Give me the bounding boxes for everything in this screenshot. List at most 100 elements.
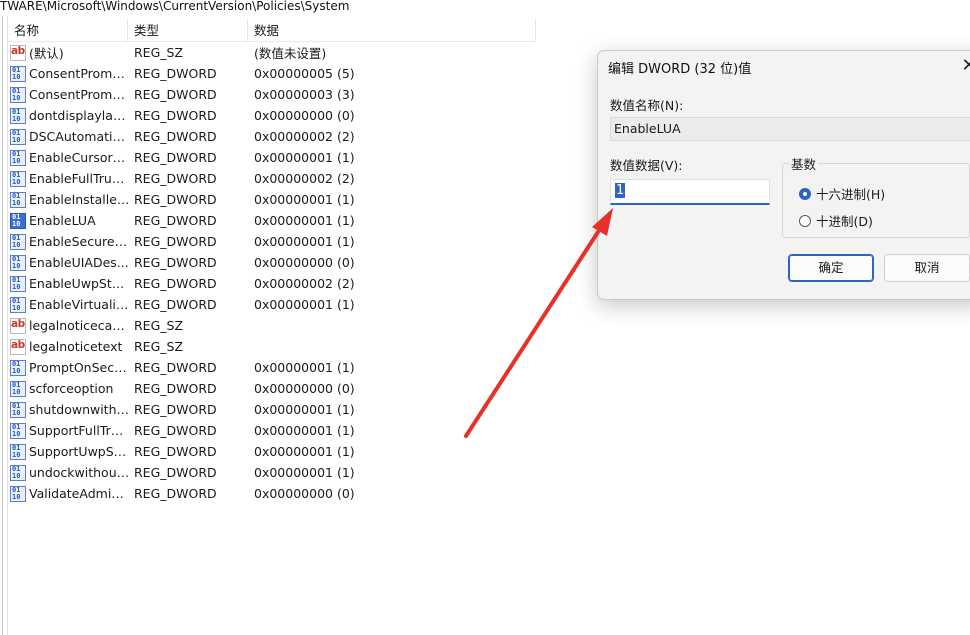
value-type: REG_DWORD	[134, 423, 217, 438]
value-name: shutdownwitho...	[29, 402, 130, 417]
value-data-label: 数值数据(V):	[610, 158, 683, 173]
dword-value-icon	[10, 149, 26, 166]
radio-hexadecimal[interactable]: 十六进制(H)	[799, 184, 885, 203]
value-name-cell: EnableLUA	[10, 212, 130, 229]
radio-decimal[interactable]: 十进制(D)	[799, 211, 873, 230]
value-name: EnableLUA	[29, 213, 96, 228]
column-header-name[interactable]: 名称	[8, 19, 128, 42]
value-name: SupportUwpSt...	[29, 444, 130, 459]
value-row[interactable]: EnableUIADes... REG_DWORD 0x00000000 (0)	[10, 252, 550, 273]
value-row[interactable]: SupportUwpSt... REG_DWORD 0x00000001 (1)	[10, 441, 550, 462]
value-type: REG_SZ	[134, 45, 184, 60]
value-row[interactable]: scforceoption REG_DWORD 0x00000000 (0)	[10, 378, 550, 399]
value-name-cell: scforceoption	[10, 380, 130, 397]
value-name-cell: SupportUwpSt...	[10, 443, 130, 460]
tree-divider-inner	[7, 16, 8, 635]
value-row[interactable]: EnableVirtualiz... REG_DWORD 0x00000001 (1…	[10, 294, 550, 315]
value-name: undockwithout...	[29, 465, 130, 480]
value-name: PromptOnSecu...	[29, 360, 130, 375]
value-row[interactable]: shutdownwitho... REG_DWORD 0x00000001 (1)	[10, 399, 550, 420]
value-row[interactable]: PromptOnSecu... REG_DWORD 0x00000001 (1)	[10, 357, 550, 378]
dword-value-icon	[10, 380, 26, 397]
value-type: REG_DWORD	[134, 465, 217, 480]
value-name-cell: shutdownwitho...	[10, 401, 130, 418]
value-name: (默认)	[29, 46, 64, 61]
value-row[interactable]: undockwithout... REG_DWORD 0x00000001 (1)	[10, 462, 550, 483]
value-type: REG_DWORD	[134, 87, 217, 102]
value-row[interactable]: EnableCursorS... REG_DWORD 0x00000001 (1)	[10, 147, 550, 168]
value-type: REG_DWORD	[134, 360, 217, 375]
dword-value-icon	[10, 254, 26, 271]
value-name: EnableCursorS...	[29, 150, 130, 165]
value-name: EnableUwpSta...	[29, 276, 130, 291]
value-data: 0x00000001 (1)	[254, 444, 355, 459]
value-name-cell: legalnoticecap...	[10, 317, 130, 334]
value-data: 0x00000001 (1)	[254, 192, 355, 207]
value-name-cell: ConsentPromp...	[10, 86, 130, 103]
value-name: ConsentPromp...	[29, 87, 130, 102]
value-row[interactable]: ConsentPromp... REG_DWORD 0x00000003 (3)	[10, 84, 550, 105]
value-type: REG_DWORD	[134, 276, 217, 291]
value-row[interactable]: legalnoticetext REG_SZ	[10, 336, 550, 357]
value-type: REG_DWORD	[134, 381, 217, 396]
value-type: REG_DWORD	[134, 444, 217, 459]
value-name: EnableSecureU...	[29, 234, 130, 249]
value-name-cell: EnableCursorS...	[10, 149, 130, 166]
value-data-input[interactable]: 1	[610, 179, 770, 205]
close-icon[interactable]: ✕	[954, 53, 970, 79]
value-list: (默认) REG_SZ (数值未设置) ConsentPromp... REG_DWOR…	[10, 42, 550, 504]
dword-value-icon	[10, 86, 26, 103]
value-data: 0x00000005 (5)	[254, 66, 355, 81]
value-row[interactable]: (默认) REG_SZ (数值未设置)	[10, 42, 550, 63]
dword-value-icon	[10, 296, 26, 313]
value-row[interactable]: ValidateAdmin... REG_DWORD 0x00000000 (0)	[10, 483, 550, 504]
value-name: scforceoption	[29, 381, 114, 396]
value-type: REG_DWORD	[134, 192, 217, 207]
value-name-cell: EnableInstaller...	[10, 191, 130, 208]
value-row[interactable]: legalnoticecap... REG_SZ	[10, 315, 550, 336]
value-data: 0x00000001 (1)	[254, 360, 355, 375]
value-name-cell: dontdisplaylas...	[10, 107, 130, 124]
registry-path: TWARE\Microsoft\Windows\CurrentVersion\P…	[0, 0, 350, 13]
value-name-cell: EnableUwpSta...	[10, 275, 130, 292]
value-name: legalnoticetext	[29, 339, 123, 354]
dword-value-icon	[10, 485, 26, 502]
column-header-data[interactable]: 数据	[248, 19, 536, 42]
value-name-cell: legalnoticetext	[10, 338, 130, 355]
value-row[interactable]: SupportFullTru... REG_DWORD 0x00000001 (1)	[10, 420, 550, 441]
value-data: 0x00000002 (2)	[254, 171, 355, 186]
value-name-cell: ConsentPromp...	[10, 65, 130, 82]
value-type: REG_DWORD	[134, 297, 217, 312]
dword-value-icon	[10, 128, 26, 145]
value-name: ValidateAdmin...	[29, 486, 130, 501]
value-data: 0x00000001 (1)	[254, 297, 355, 312]
radix-group: 基数 十六进制(H) 十进制(D)	[782, 154, 970, 238]
value-row[interactable]: DSCAutomatio... REG_DWORD 0x00000002 (2)	[10, 126, 550, 147]
value-name-label: 数值名称(N):	[610, 98, 684, 113]
value-row[interactable]: ConsentPromp... REG_DWORD 0x00000005 (5)	[10, 63, 550, 84]
ok-button[interactable]: 确定	[788, 254, 874, 282]
value-type: REG_DWORD	[134, 66, 217, 81]
value-row[interactable]: EnableInstaller... REG_DWORD 0x00000001 (1…	[10, 189, 550, 210]
value-type: REG_SZ	[134, 339, 184, 354]
string-value-icon	[10, 317, 26, 334]
value-row[interactable]: EnableUwpSta... REG_DWORD 0x00000002 (2)	[10, 273, 550, 294]
value-data: 0x00000000 (0)	[254, 381, 355, 396]
value-name: dontdisplaylas...	[29, 108, 130, 123]
value-row[interactable]: EnableLUA REG_DWORD 0x00000001 (1)	[10, 210, 550, 231]
radio-hexadecimal-label: 十六进制(H)	[816, 187, 886, 202]
value-name: EnableVirtualiz...	[29, 297, 130, 312]
value-data: 0x00000000 (0)	[254, 108, 355, 123]
value-row[interactable]: EnableFullTrust... REG_DWORD 0x00000002 (2…	[10, 168, 550, 189]
column-header-type[interactable]: 类型	[128, 19, 248, 42]
dword-value-icon	[10, 212, 26, 229]
value-row[interactable]: EnableSecureU... REG_DWORD 0x00000001 (1)	[10, 231, 550, 252]
radio-unselected-icon	[799, 214, 811, 227]
value-data: 0x00000000 (0)	[254, 486, 355, 501]
value-name: EnableInstaller...	[29, 192, 130, 207]
value-row[interactable]: dontdisplaylas... REG_DWORD 0x00000000 (0)	[10, 105, 550, 126]
cancel-button[interactable]: 取消	[884, 254, 970, 282]
value-name-cell: PromptOnSecu...	[10, 359, 130, 376]
radix-group-title: 基数	[789, 154, 819, 173]
value-name-cell: SupportFullTru...	[10, 422, 130, 439]
